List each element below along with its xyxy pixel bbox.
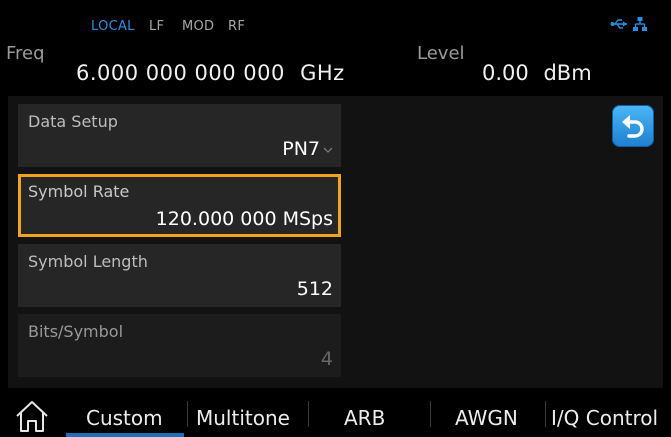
tab-iq-control[interactable]: I/Q Control	[551, 406, 658, 430]
tab-custom[interactable]: Custom	[86, 406, 163, 430]
custom-settings-panel: Data Setup PN7 Symbol Rate 120.000 000 M…	[8, 96, 663, 388]
tab-awgn[interactable]: AWGN	[455, 406, 518, 430]
level-value: 0.00	[482, 61, 529, 85]
bottom-tab-bar: Custom Multitone ARB AWGN I/Q Control	[0, 391, 671, 437]
mode-rf-indicator: RF	[228, 19, 246, 34]
symbol-rate-field[interactable]: Symbol Rate 120.000 000 MSps	[18, 174, 341, 237]
level-display[interactable]: 0.00 dBm	[482, 61, 592, 85]
mode-lf-indicator: LF	[149, 19, 165, 34]
chevron-down-icon	[323, 147, 333, 153]
freq-value: 6.000 000 000 000	[76, 61, 285, 85]
tab-separator	[545, 401, 546, 427]
status-bar: LOCAL LF MOD RF	[0, 0, 671, 40]
symbol-length-field[interactable]: Symbol Length 512	[18, 244, 341, 307]
level-unit: dBm	[543, 61, 592, 85]
tab-separator	[308, 401, 309, 427]
level-label: Level	[417, 43, 465, 64]
back-button[interactable]	[612, 105, 654, 147]
symbol-length-label: Symbol Length	[28, 252, 148, 271]
network-icon	[633, 17, 647, 31]
bits-per-symbol-label: Bits/Symbol	[28, 322, 124, 341]
tab-arb[interactable]: ARB	[344, 406, 385, 430]
data-setup-field[interactable]: Data Setup PN7	[18, 104, 341, 167]
home-icon[interactable]	[13, 399, 51, 433]
data-setup-value: PN7	[282, 138, 333, 160]
usb-icon	[610, 19, 627, 29]
tab-multitone[interactable]: Multitone	[196, 406, 290, 430]
tab-separator	[430, 401, 431, 427]
active-tab-indicator	[66, 433, 184, 437]
symbol-length-value: 512	[296, 278, 333, 300]
freq-label: Freq	[6, 43, 45, 64]
data-setup-label: Data Setup	[28, 112, 118, 131]
back-arrow-icon	[622, 115, 644, 138]
freq-display[interactable]: 6.000 000 000 000 GHz	[76, 61, 345, 85]
symbol-rate-label: Symbol Rate	[28, 182, 130, 201]
bits-per-symbol-field: Bits/Symbol 4	[18, 314, 341, 377]
bits-per-symbol-value: 4	[320, 348, 333, 370]
tab-separator	[187, 401, 188, 427]
freq-unit: GHz	[300, 61, 345, 85]
mode-local-indicator: LOCAL	[91, 19, 135, 34]
data-setup-selected-value: PN7	[282, 138, 320, 160]
mode-mod-indicator: MOD	[182, 19, 215, 34]
symbol-rate-value: 120.000 000 MSps	[155, 208, 333, 230]
